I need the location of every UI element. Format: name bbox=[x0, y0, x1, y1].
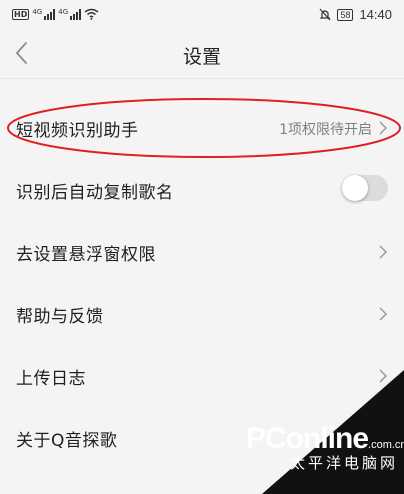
sim1-label: 4G bbox=[32, 8, 43, 16]
status-left: HD 4G 4G bbox=[12, 8, 99, 20]
signal-icon bbox=[44, 8, 56, 20]
setting-label: 关于Q音探歌 bbox=[16, 431, 118, 451]
watermark: PConline.com.cn 太平洋电脑网 bbox=[246, 422, 404, 490]
setting-help-feedback[interactable]: 帮助与反馈 bbox=[0, 282, 404, 344]
chevron-right-icon bbox=[379, 369, 388, 383]
battery-indicator: 58 bbox=[337, 8, 354, 21]
page-title: 设置 bbox=[182, 46, 221, 68]
chevron-right-icon bbox=[379, 245, 388, 259]
auto-copy-toggle[interactable] bbox=[342, 175, 388, 201]
setting-label: 帮助与反馈 bbox=[16, 307, 104, 327]
setting-short-video-assistant[interactable]: 短视频识别助手 1项权限待开启 bbox=[0, 96, 404, 158]
status-time: 14:40 bbox=[359, 7, 392, 22]
chevron-right-icon bbox=[379, 307, 388, 321]
signal-icon bbox=[70, 8, 82, 20]
setting-label: 短视频识别助手 bbox=[16, 121, 139, 141]
chevron-right-icon bbox=[379, 121, 388, 135]
mute-icon bbox=[319, 8, 331, 21]
status-right: 58 14:40 bbox=[319, 7, 392, 22]
setting-upload-logs[interactable]: 上传日志 bbox=[0, 344, 404, 406]
hd-badge: HD bbox=[12, 8, 30, 20]
status-bar: HD 4G 4G 58 14:40 bbox=[0, 0, 404, 30]
settings-list: 短视频识别助手 1项权限待开启 识别后自动复制歌名 去设置悬浮窗权限 帮助与反馈… bbox=[0, 96, 404, 468]
wifi-icon bbox=[84, 8, 99, 20]
watermark-logo: PConline.com.cn bbox=[246, 422, 404, 455]
sim2-label: 4G bbox=[58, 8, 69, 16]
permission-status: 1项权限待开启 bbox=[279, 122, 372, 138]
navigation-header: 设置 bbox=[0, 30, 404, 79]
setting-auto-copy-song[interactable]: 识别后自动复制歌名 bbox=[0, 158, 404, 220]
setting-label: 上传日志 bbox=[16, 369, 86, 389]
setting-floating-window-permission[interactable]: 去设置悬浮窗权限 bbox=[0, 220, 404, 282]
setting-label: 识别后自动复制歌名 bbox=[16, 183, 174, 203]
setting-label: 去设置悬浮窗权限 bbox=[16, 245, 156, 265]
toggle-knob bbox=[342, 175, 368, 201]
